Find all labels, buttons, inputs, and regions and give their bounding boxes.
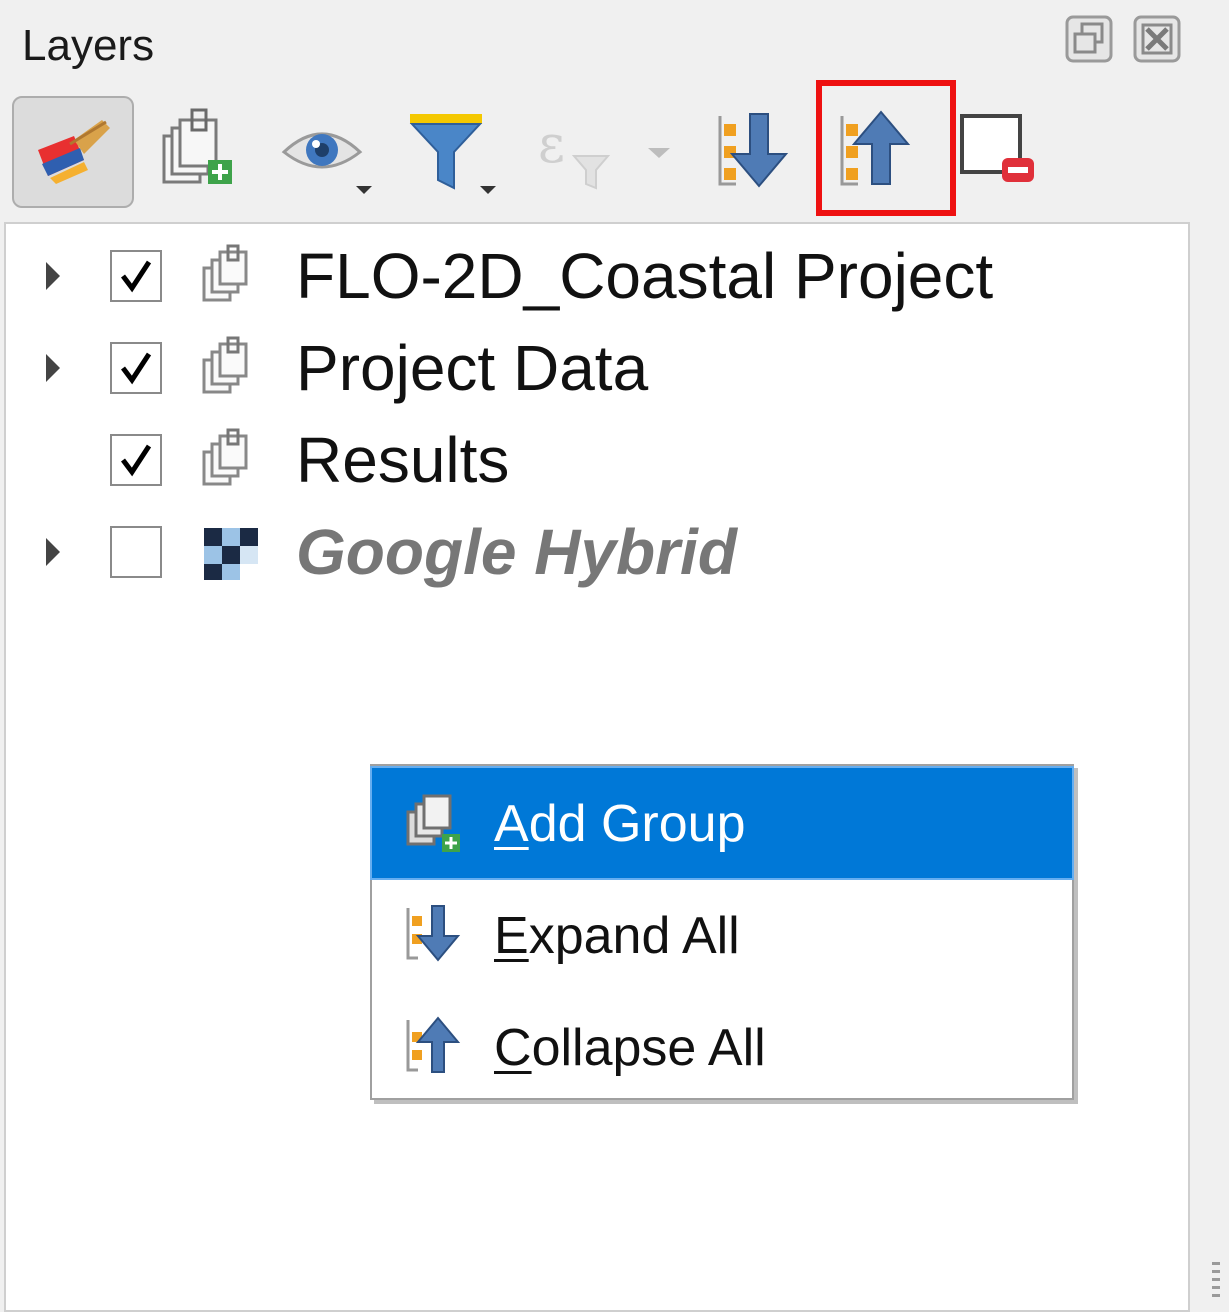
layer-name: Project Data (296, 332, 649, 404)
visibility-button[interactable] (276, 96, 376, 208)
close-dock-button[interactable] (1132, 14, 1182, 64)
menu-item-label: Add Group (494, 795, 746, 853)
layer-name: FLO-2D_Coastal Project (296, 240, 994, 312)
paint-brush-icon (38, 120, 110, 184)
filter-expression-button[interactable]: ε (530, 96, 680, 208)
layer-visibility-checkbox[interactable] (110, 250, 162, 302)
tree-item-project-data[interactable]: Project Data (6, 322, 1188, 414)
raster-tile-icon (204, 528, 258, 580)
remove-layer-icon (960, 114, 1034, 182)
context-menu[interactable]: Add Group Expand All Collapse All (370, 764, 1074, 1100)
layer-name: Results (296, 424, 510, 496)
menu-item-add-group[interactable]: Add Group (370, 766, 1074, 880)
expand-arrow-icon[interactable] (40, 350, 64, 386)
expand-arrow-icon[interactable] (40, 258, 64, 294)
eye-icon (281, 132, 372, 194)
collapse-all-icon (406, 1016, 461, 1073)
layer-visibility-checkbox[interactable] (110, 526, 162, 578)
tree-item-google-hybrid[interactable]: Google Hybrid (6, 506, 1188, 598)
expand-all-button[interactable] (708, 96, 798, 208)
layers-panel-title: Layers (22, 21, 155, 70)
checkmark-icon (121, 352, 152, 385)
svg-text:ε: ε (538, 115, 565, 175)
add-group-button[interactable] (156, 96, 240, 208)
float-dock-icon (1065, 15, 1113, 63)
menu-item-label: Collapse All (494, 1019, 766, 1077)
group-icon (202, 244, 248, 302)
expand-all-icon (406, 905, 461, 962)
layer-name: Google Hybrid (296, 516, 737, 588)
style-manager-button[interactable] (12, 96, 134, 208)
checkmark-icon (121, 260, 152, 293)
expression-filter-icon: ε (538, 115, 670, 190)
filter-legend-button[interactable] (404, 96, 504, 208)
add-group-icon (406, 794, 460, 852)
layer-visibility-checkbox[interactable] (110, 342, 162, 394)
group-icon (202, 428, 248, 486)
add-group-icon (162, 108, 232, 184)
funnel-icon (409, 114, 496, 194)
layer-visibility-checkbox[interactable] (110, 434, 162, 486)
menu-item-label: Expand All (494, 907, 740, 965)
collapse-all-highlight (816, 80, 956, 216)
expand-all-icon (718, 113, 789, 188)
tree-item-results[interactable]: Results (6, 414, 1188, 506)
float-dock-button[interactable] (1064, 14, 1114, 64)
group-icon (202, 336, 248, 394)
close-dock-icon (1133, 15, 1181, 63)
remove-layer-button[interactable] (952, 96, 1042, 208)
menu-item-expand-all[interactable]: Expand All (372, 880, 1072, 990)
checkmark-icon (121, 444, 152, 477)
tree-item-flo2d-coastal-project[interactable]: FLO-2D_Coastal Project (6, 230, 1188, 322)
resize-grip[interactable] (1212, 1262, 1220, 1298)
menu-item-collapse-all[interactable]: Collapse All (372, 992, 1072, 1102)
expand-arrow-icon[interactable] (40, 534, 64, 570)
